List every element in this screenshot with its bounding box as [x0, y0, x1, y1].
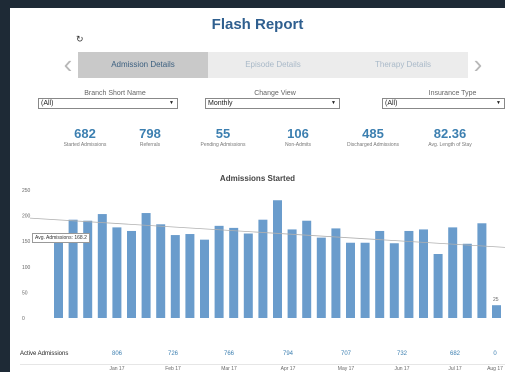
- refresh-icon[interactable]: ↻: [76, 34, 84, 45]
- month-label: Aug 17: [487, 366, 503, 372]
- filter-label-view: Change View: [254, 90, 296, 97]
- admissions-chart: 0 50 100 150 200 250 25: [22, 188, 505, 322]
- active-admissions-label: Active Admissions: [20, 351, 69, 357]
- month-label: Feb 17: [165, 366, 181, 372]
- bar[interactable]: [156, 224, 166, 318]
- bar[interactable]: [185, 234, 195, 318]
- view-select-value: Monthly: [208, 100, 233, 107]
- tab-admission-details[interactable]: Admission Details: [78, 52, 208, 78]
- bar[interactable]: [200, 239, 209, 318]
- bar[interactable]: [492, 305, 501, 318]
- bar[interactable]: [462, 243, 472, 318]
- bar[interactable]: [258, 219, 268, 318]
- bar[interactable]: [404, 230, 414, 318]
- insurance-select-value: (All): [385, 100, 398, 107]
- branch-select-value: (All): [41, 100, 54, 107]
- bar[interactable]: [433, 254, 443, 318]
- bar[interactable]: [229, 227, 239, 318]
- tab-bar: ‹ Admission Details Episode Details Ther…: [60, 50, 496, 80]
- y-axis: 0 50 100 150 200 250: [22, 188, 31, 322]
- bar[interactable]: [170, 235, 180, 318]
- row-separator: [20, 364, 505, 365]
- kpi-referrals: 798 Referrals: [120, 126, 180, 148]
- kpi-label: Avg. Length of Stay: [428, 142, 472, 148]
- kpi-started-admissions: 682 Started Admissions: [55, 126, 115, 148]
- branch-select[interactable]: (All) ▼: [38, 98, 178, 109]
- page-title: Flash Report: [211, 16, 304, 33]
- filter-label-branch: Branch Short Name: [84, 90, 146, 97]
- month-label: Jul 17: [448, 366, 462, 372]
- bar[interactable]: [243, 233, 253, 318]
- active-value: 0: [493, 351, 497, 357]
- bar[interactable]: [389, 243, 399, 318]
- bars-group: [54, 200, 501, 318]
- kpi-label: Pending Admissions: [200, 142, 246, 148]
- caret-down-icon: ▼: [169, 100, 174, 106]
- active-value: 726: [167, 351, 178, 357]
- bar[interactable]: [97, 214, 107, 318]
- month-label: Jan 17: [109, 366, 125, 372]
- bar[interactable]: [112, 227, 122, 318]
- y-tick-label: 0: [22, 316, 25, 322]
- kpi-value: 55: [215, 126, 231, 141]
- bar[interactable]: [360, 242, 370, 318]
- bar[interactable]: [448, 227, 458, 318]
- kpi-label: Referrals: [139, 142, 161, 148]
- kpi-value: 106: [287, 126, 309, 141]
- bar[interactable]: [375, 230, 385, 318]
- y-tick-label: 100: [22, 265, 31, 271]
- bar[interactable]: [273, 200, 282, 318]
- kpi-label: Discharged Admissions: [347, 142, 399, 148]
- avg-admissions-annotation: Avg. Admissions: 168.2: [32, 233, 90, 243]
- tab-episode-details[interactable]: Episode Details: [208, 52, 338, 78]
- insurance-select[interactable]: (All) ▼: [382, 98, 505, 109]
- kpi-value: 82.36: [433, 126, 467, 141]
- y-tick-label: 250: [22, 188, 31, 194]
- month-label: Apr 17: [280, 366, 296, 372]
- bar[interactable]: [316, 237, 326, 318]
- bar[interactable]: [54, 238, 63, 318]
- kpi-value: 682: [74, 126, 96, 141]
- kpi-value: 798: [139, 126, 161, 141]
- filter-label-insurance: Insurance Type: [428, 90, 477, 97]
- active-value: 707: [340, 351, 351, 357]
- kpi-value: 485: [362, 126, 384, 141]
- active-value: 806: [111, 351, 122, 357]
- y-tick-label: 200: [22, 214, 31, 220]
- y-tick-label: 150: [22, 239, 31, 245]
- last-bar-label: 25: [493, 297, 499, 303]
- month-label: May 17: [337, 366, 355, 372]
- dashboard-frame: Flash Report ↻ ‹ Admission Details Episo…: [10, 8, 505, 372]
- y-tick-label: 50: [22, 290, 28, 296]
- kpi-pending-admissions: 55 Pending Admissions: [193, 126, 253, 148]
- bar[interactable]: [141, 213, 151, 318]
- active-value: 766: [223, 351, 234, 357]
- caret-down-icon: ▼: [331, 100, 336, 106]
- tab-therapy-details[interactable]: Therapy Details: [338, 52, 468, 78]
- caret-down-icon: ▼: [496, 100, 501, 106]
- bar[interactable]: [477, 223, 487, 318]
- chevron-left-icon[interactable]: ‹: [60, 50, 76, 80]
- bar[interactable]: [127, 230, 136, 318]
- kpi-non-admits: 106 Non-Admits: [268, 126, 328, 148]
- view-select[interactable]: Monthly ▼: [205, 98, 340, 109]
- kpi-label: Started Admissions: [63, 142, 107, 148]
- bar[interactable]: [287, 229, 297, 318]
- kpi-label: Non-Admits: [284, 142, 312, 148]
- active-value: 682: [449, 351, 460, 357]
- month-label: Mar 17: [221, 366, 237, 372]
- chevron-right-icon[interactable]: ›: [470, 50, 486, 80]
- kpi-discharged-admissions: 485 Discharged Admissions: [338, 126, 408, 148]
- bar[interactable]: [214, 225, 224, 318]
- bar[interactable]: [331, 228, 341, 318]
- month-label: Jun 17: [394, 366, 410, 372]
- bar[interactable]: [346, 242, 355, 318]
- active-value: 794: [282, 351, 293, 357]
- active-value: 732: [396, 351, 407, 357]
- kpi-avg-length-of-stay: 82.36 Avg. Length of Stay: [415, 126, 485, 148]
